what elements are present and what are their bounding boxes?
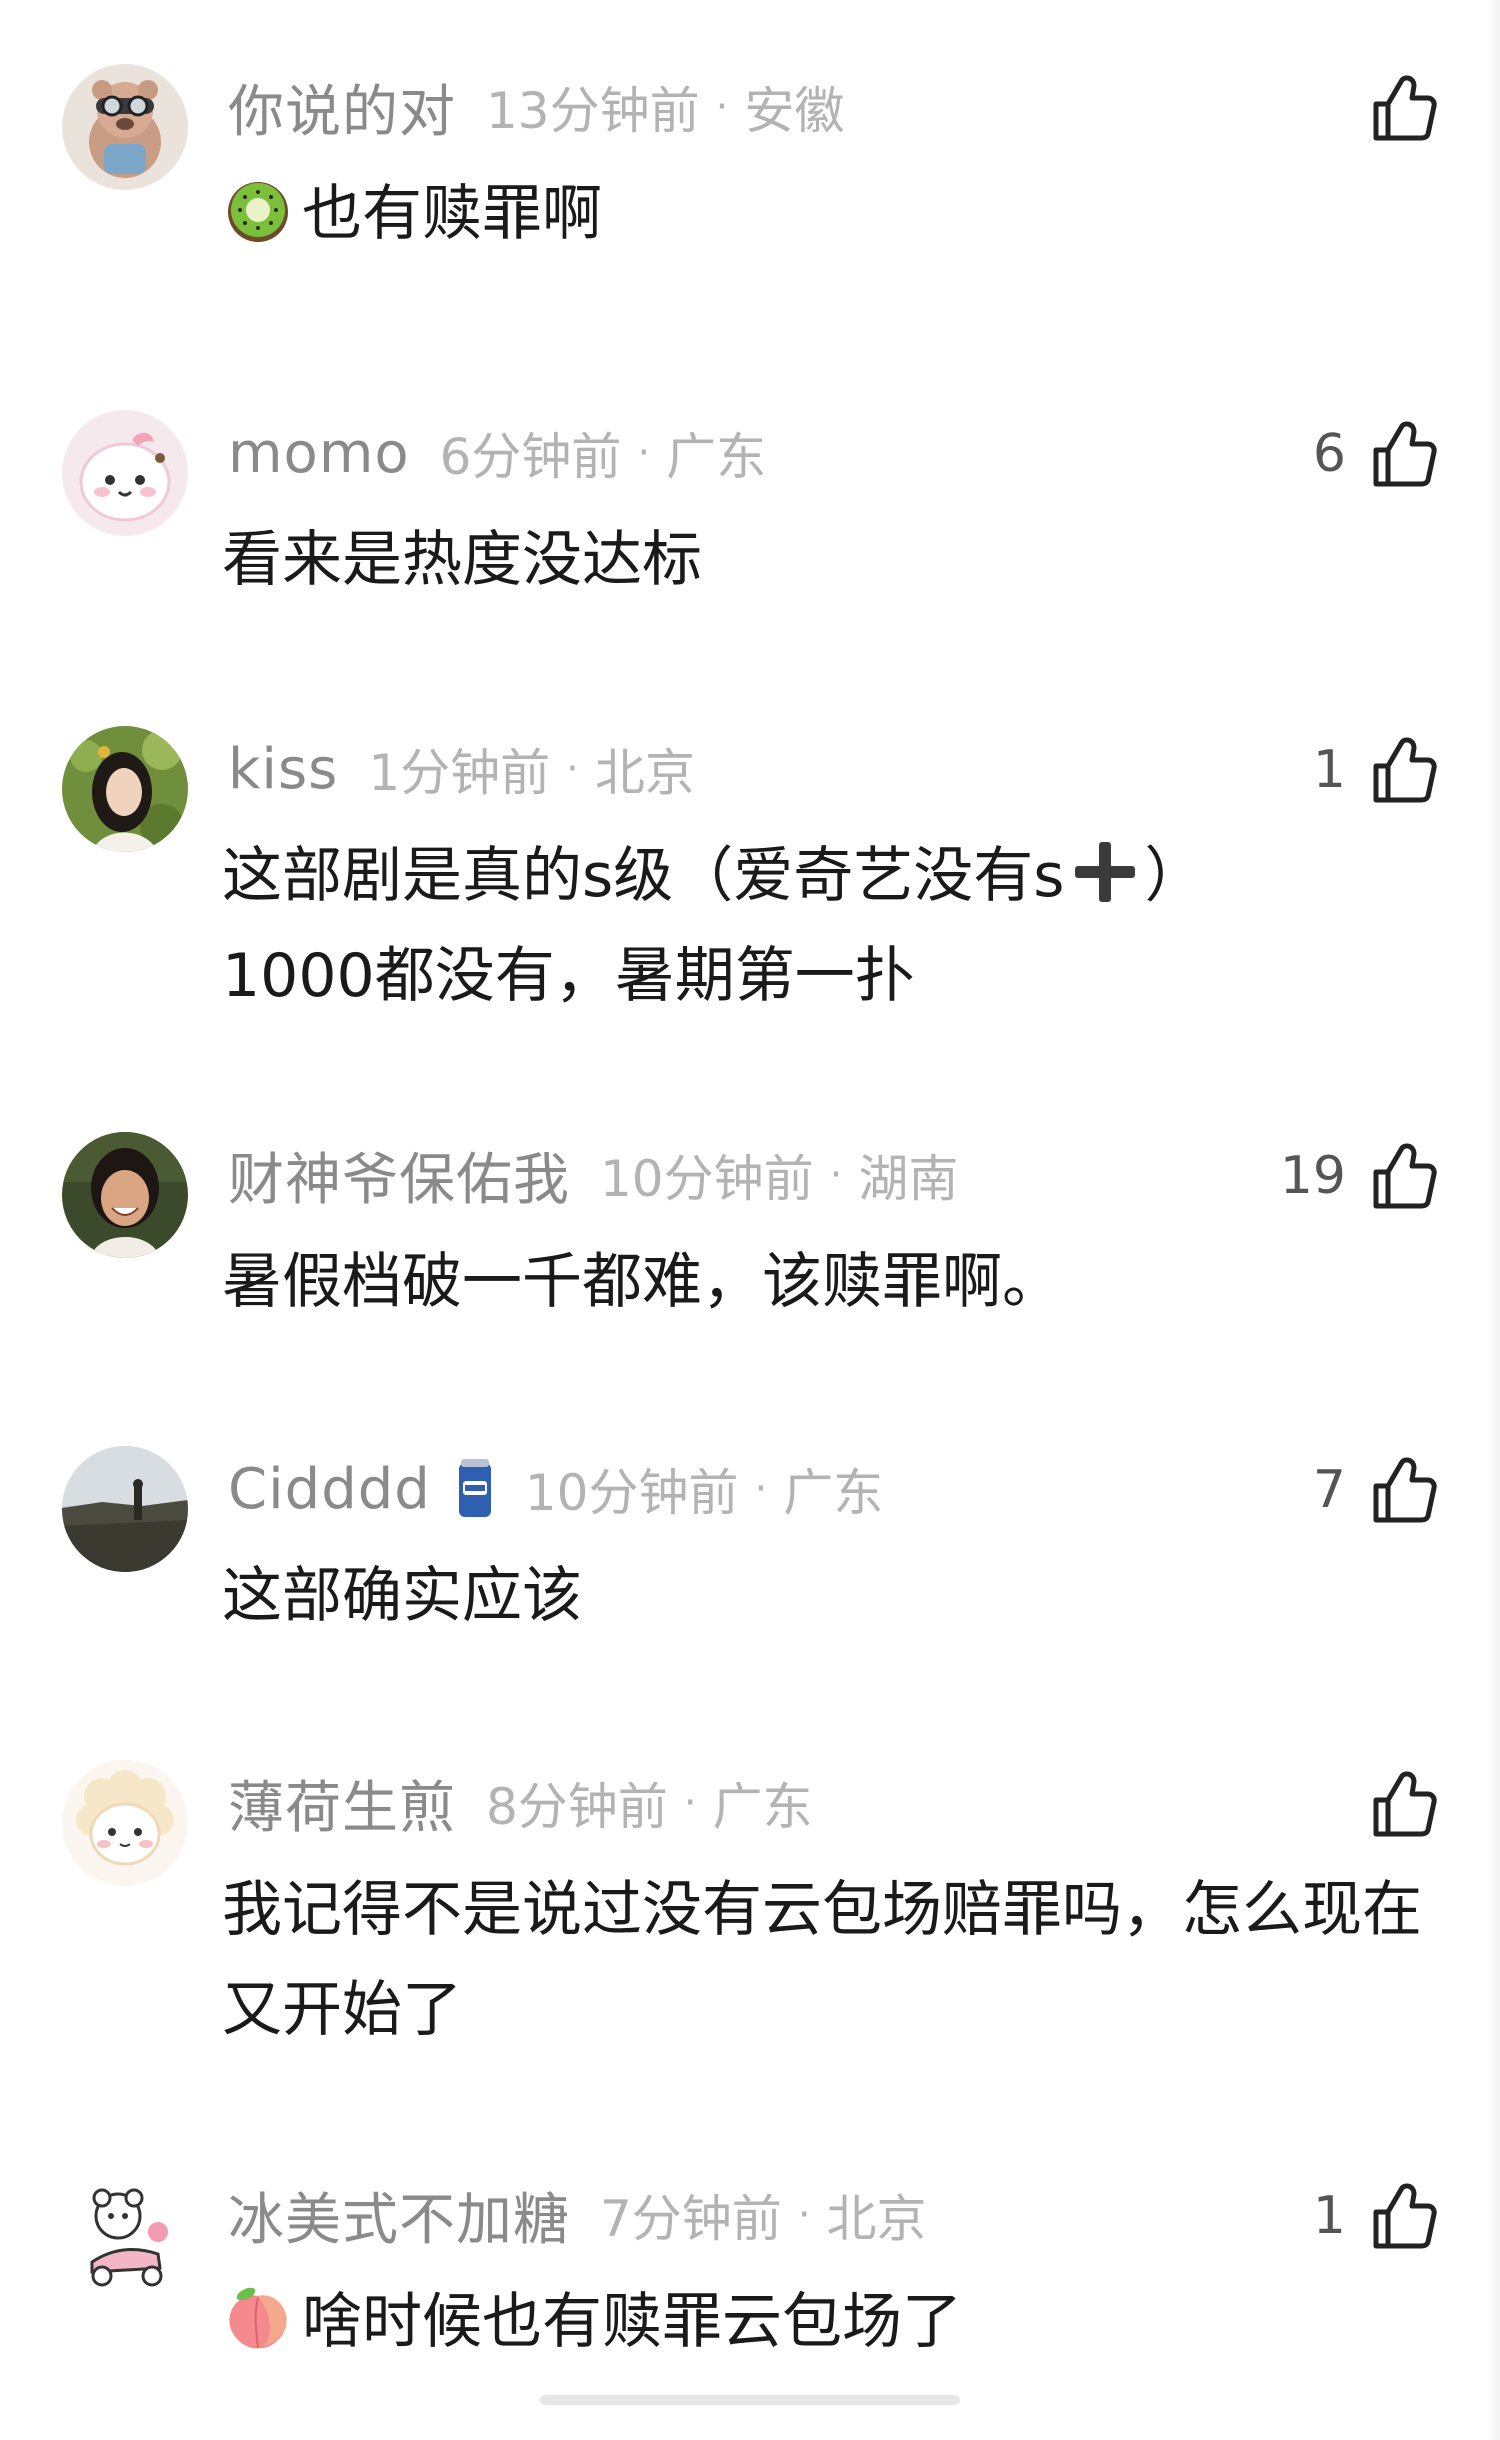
woman-portrait-avatar-icon — [62, 726, 188, 852]
location: 安徽 — [744, 82, 845, 140]
timestamp: 10分钟前 — [600, 1150, 814, 1208]
comment-text: 这部剧是真的s级（爱奇艺没有s ） 1000都没有，暑期第一扑 — [222, 826, 1452, 1026]
location: 湖南 — [858, 1150, 959, 1208]
comment-meta: Cidddd 10分钟前 · 广东 — [228, 1454, 883, 1524]
comment-list: 你说的对 13分钟前 · 安徽 也有赎罪啊 momo 6分钟前 · 广东 6 看… — [0, 0, 1500, 2440]
thumbs-up-icon — [1373, 1457, 1437, 1523]
separator-dot: · — [566, 746, 579, 792]
username[interactable]: 你说的对 — [228, 67, 456, 148]
comment-meta: kiss 1分钟前 · 北京 — [228, 734, 695, 804]
like-button[interactable]: 7 — [1313, 1450, 1438, 1530]
thumbs-up-icon — [1373, 1143, 1437, 1209]
location: 广东 — [783, 1464, 884, 1522]
comment-meta: 冰美式不加糖 7分钟前 · 北京 — [228, 2180, 927, 2253]
landscape-avatar-icon — [62, 1446, 188, 1572]
smiling-person-avatar-icon — [62, 1132, 188, 1258]
timestamp: 6分钟前 — [439, 428, 622, 486]
thumbs-up-icon — [1373, 421, 1437, 487]
avatar[interactable] — [62, 1760, 188, 1886]
comment-text-content: 这部确实应该 — [222, 1561, 582, 1631]
like-count: 1 — [1312, 740, 1346, 800]
timestamp: 1分钟前 — [368, 744, 551, 802]
comment-text-content: 这部剧是真的s级（爱奇艺没有s — [222, 841, 1065, 911]
timestamp: 10分钟前 — [524, 1464, 739, 1522]
teddy-bear-avatar-icon — [62, 64, 188, 190]
home-indicator[interactable] — [540, 2395, 960, 2405]
like-count: 7 — [1312, 1460, 1346, 1520]
location: 广东 — [666, 428, 767, 486]
comment-text: 这部确实应该 — [222, 1546, 1452, 1646]
username[interactable]: 冰美式不加糖 — [228, 2175, 570, 2256]
thumbs-up-icon — [1373, 75, 1437, 141]
like-button[interactable] — [1346, 1764, 1438, 1844]
pink-blob-avatar-icon — [62, 410, 188, 536]
separator-dot: · — [637, 430, 651, 476]
like-count: 1 — [1312, 2186, 1346, 2246]
username[interactable]: Cidddd — [228, 1457, 431, 1522]
location: 北京 — [594, 744, 695, 802]
like-button[interactable]: 6 — [1313, 414, 1438, 494]
peach-emoji — [229, 2287, 287, 2349]
thumbs-up-icon — [1373, 1771, 1437, 1837]
comment-text-content: 看来是热度没达标 — [222, 525, 702, 595]
kiwi-fruit-emoji — [228, 182, 288, 242]
username[interactable]: momo — [228, 421, 410, 486]
bear-scooter-avatar-icon — [62, 2172, 188, 2298]
comment-meta: 财神爷保佑我 10分钟前 · 湖南 — [228, 1140, 959, 1213]
username[interactable]: 财神爷保佑我 — [228, 1135, 570, 1216]
comment-meta: 薄荷生煎 8分钟前 · 广东 — [228, 1768, 813, 1841]
comment-meta: 你说的对 13分钟前 · 安徽 — [228, 72, 845, 145]
can-badge-icon — [458, 1459, 491, 1517]
timestamp: 7分钟前 — [600, 2190, 782, 2248]
comment-text-content: 暑假档破一千都难，该赎罪啊。 — [222, 1247, 1062, 1317]
separator-dot: · — [829, 1152, 843, 1198]
avatar[interactable] — [62, 1446, 188, 1572]
username[interactable]: kiss — [228, 737, 338, 802]
comment-text: 看来是热度没达标 — [222, 510, 1452, 610]
thumbs-up-icon — [1373, 2183, 1437, 2249]
avatar[interactable] — [62, 410, 188, 536]
comment-text-content: 也有赎罪啊 — [302, 179, 602, 249]
separator-dot: · — [754, 1466, 768, 1512]
comment-text: 我记得不是说过没有云包场赔罪吗，怎么现在又开始了 — [222, 1860, 1452, 2060]
comment-text: 啥时候也有赎罪云包场了 — [222, 2272, 1452, 2372]
separator-dot: · — [715, 84, 729, 130]
separator-dot: · — [797, 2192, 811, 2238]
like-button[interactable]: 19 — [1280, 1136, 1438, 1216]
scrollbar-track — [1486, 0, 1500, 2440]
timestamp: 13分钟前 — [486, 82, 700, 140]
avatar[interactable] — [62, 1132, 188, 1258]
timestamp: 8分钟前 — [486, 1778, 668, 1836]
comment-text-content: ） — [1144, 841, 1205, 911]
heavy-plus-emoji — [1074, 842, 1135, 902]
avatar[interactable] — [62, 64, 188, 190]
thumbs-up-icon — [1373, 737, 1437, 803]
like-count: 19 — [1279, 1146, 1346, 1206]
like-button[interactable]: 1 — [1313, 730, 1438, 810]
comment-text-content: 啥时候也有赎罪云包场了 — [302, 2287, 962, 2357]
location: 广东 — [712, 1778, 813, 1836]
separator-dot: · — [683, 1780, 697, 1826]
comment-text: 暑假档破一千都难，该赎罪啊。 — [222, 1232, 1452, 1332]
avatar[interactable] — [62, 2172, 188, 2298]
sheep-avatar-icon — [62, 1760, 188, 1886]
comment-text: 也有赎罪啊 — [222, 164, 1452, 264]
like-button[interactable]: 1 — [1313, 2176, 1438, 2256]
comment-text-content: 我记得不是说过没有云包场赔罪吗，怎么现在又开始了 — [222, 1875, 1422, 2045]
like-count: 6 — [1312, 424, 1346, 484]
avatar[interactable] — [62, 726, 188, 852]
like-button[interactable] — [1346, 68, 1438, 148]
comment-meta: momo 6分钟前 · 广东 — [228, 418, 766, 488]
comment-text-content: 1000都没有，暑期第一扑 — [222, 941, 915, 1011]
location: 北京 — [826, 2190, 927, 2248]
username[interactable]: 薄荷生煎 — [228, 1763, 456, 1844]
